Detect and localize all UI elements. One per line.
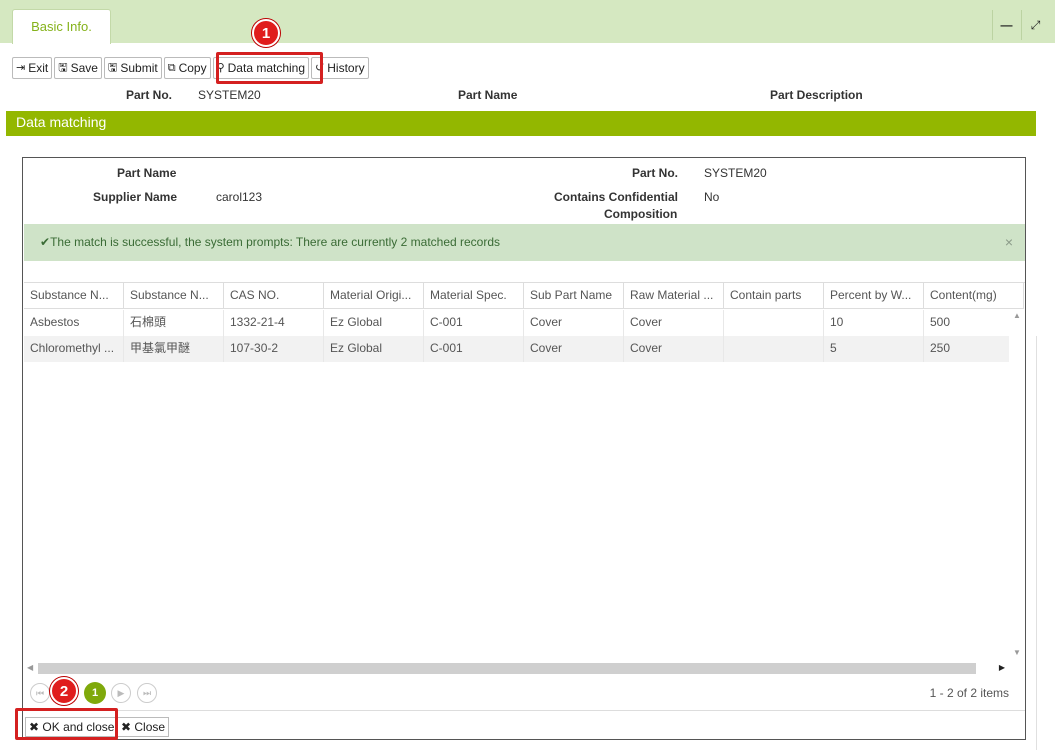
step-badge-2: 2 — [50, 677, 78, 705]
success-message: ✔The match is successful, the system pro… — [24, 224, 1025, 261]
table-cell: 107-30-2 — [224, 336, 324, 362]
save-icon: 🖫 — [58, 62, 68, 74]
scroll-down-icon[interactable]: ▼ — [1013, 648, 1021, 657]
highlight-box-2 — [15, 708, 118, 740]
highlight-box-1 — [216, 52, 323, 84]
tab-bar: Basic Info. — ⤢ — [0, 0, 1055, 44]
confidential-label-line2: Composition — [604, 207, 678, 221]
maximize-button[interactable]: ⤢ — [1021, 10, 1049, 40]
table-cell: Cover — [624, 336, 724, 362]
dialog-part-name-label: Part Name — [117, 166, 177, 180]
exit-button[interactable]: ⇥ Exit — [12, 57, 53, 79]
table-cell — [724, 310, 824, 336]
table-cell: 5 — [824, 336, 924, 362]
tab-basic-info[interactable]: Basic Info. — [12, 9, 111, 44]
next-page-icon[interactable]: ▶ — [111, 683, 131, 703]
data-matching-dialog: Part Name Part No. SYSTEM20 Supplier Nam… — [22, 157, 1026, 740]
step-badge-1: 1 — [252, 19, 280, 47]
table-cell: 1332-21-4 — [224, 310, 324, 336]
column-header[interactable]: Substance N... — [124, 283, 224, 308]
scroll-up-icon[interactable]: ▲ — [1013, 311, 1021, 320]
close-button-icon: ✖ — [121, 720, 135, 734]
table-cell: 10 — [824, 310, 924, 336]
part-no-label: Part No. — [126, 88, 173, 102]
background-panel-edge — [1036, 336, 1055, 750]
column-header[interactable]: Material Origi... — [324, 283, 424, 308]
copy-button[interactable]: ⧉ Copy — [163, 57, 211, 79]
minimize-button[interactable]: — — [992, 10, 1020, 40]
submit-button[interactable]: 🖫 Submit — [103, 57, 162, 79]
close-icon[interactable]: × — [1005, 224, 1013, 260]
part-name-label: Part Name — [458, 88, 518, 102]
match-results-grid: Substance N... Substance N... CAS NO. Ma… — [24, 282, 1025, 677]
section-title: Data matching — [6, 111, 1036, 136]
table-cell: Ez Global — [324, 336, 424, 362]
first-page-icon[interactable]: ⏮ — [30, 683, 50, 703]
table-row[interactable]: Chloromethyl ... 甲基氯甲醚 107-30-2 Ez Globa… — [24, 336, 1024, 362]
exit-icon: ⇥ — [16, 62, 26, 74]
confidential-value: No — [704, 190, 720, 204]
supplier-name-label: Supplier Name — [93, 190, 178, 204]
table-cell: Chloromethyl ... — [24, 336, 124, 362]
dialog-part-no-label: Part No. — [632, 166, 679, 180]
pager-info: 1 - 2 of 2 items — [929, 686, 1009, 700]
column-header[interactable]: Substance N... — [24, 283, 124, 308]
table-row[interactable]: Asbestos 石棉頭 1332-21-4 Ez Global C-001 C… — [24, 310, 1024, 336]
table-cell: 石棉頭 — [124, 310, 224, 336]
table-cell: C-001 — [424, 310, 524, 336]
column-header[interactable]: CAS NO. — [224, 283, 324, 308]
submit-icon: 🖫 — [107, 62, 118, 74]
dialog-footer: ✖ OK and close ✖ Close — [24, 710, 1025, 739]
pagination: ⏮ 1 ▶ ⏭ 1 - 2 of 2 items — [24, 679, 1025, 709]
minimize-icon: — — [1000, 18, 1013, 32]
table-cell: Cover — [524, 336, 624, 362]
grid-header: Substance N... Substance N... CAS NO. Ma… — [24, 283, 1024, 309]
check-icon: ✔ — [40, 235, 51, 249]
table-cell: Cover — [524, 310, 624, 336]
close-button[interactable]: ✖ Close — [117, 717, 170, 737]
table-cell: C-001 — [424, 336, 524, 362]
table-cell: Ez Global — [324, 310, 424, 336]
table-cell: 甲基氯甲醚 — [124, 336, 224, 362]
copy-icon: ⧉ — [167, 62, 176, 74]
last-page-icon[interactable]: ⏭ — [137, 683, 157, 703]
save-button[interactable]: 🖫 Save — [54, 57, 102, 79]
column-header[interactable]: Percent by W... — [824, 283, 924, 308]
page-current[interactable]: 1 — [84, 682, 106, 704]
horizontal-scrollbar[interactable]: ◀ ▶ — [24, 661, 1008, 675]
scroll-thumb[interactable] — [38, 663, 976, 674]
scroll-right-icon[interactable]: ▶ — [999, 663, 1005, 672]
column-header[interactable]: Raw Material ... — [624, 283, 724, 308]
column-header[interactable]: Contain parts — [724, 283, 824, 308]
part-description-label: Part Description — [770, 88, 863, 102]
column-header[interactable]: Material Spec. — [424, 283, 524, 308]
table-cell: Asbestos — [24, 310, 124, 336]
table-cell: Cover — [624, 310, 724, 336]
maximize-icon: ⤢ — [1030, 17, 1041, 32]
table-cell — [724, 336, 824, 362]
confidential-label-line1: Contains Confidential — [554, 190, 678, 204]
column-header[interactable]: Content(mg) — [924, 283, 1024, 308]
column-header[interactable]: Sub Part Name — [524, 283, 624, 308]
scroll-left-icon[interactable]: ◀ — [27, 663, 33, 672]
part-no-value: SYSTEM20 — [198, 88, 261, 102]
supplier-name-value: carol123 — [216, 190, 263, 204]
dialog-part-no-value: SYSTEM20 — [704, 166, 767, 180]
vertical-scrollbar[interactable]: ▲ ▼ — [1009, 309, 1025, 659]
